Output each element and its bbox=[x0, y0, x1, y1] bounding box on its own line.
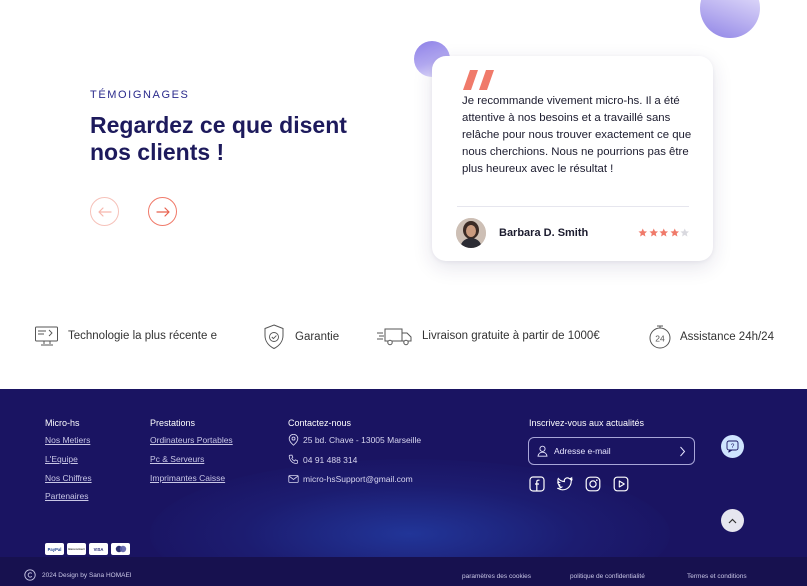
section-headline: Regardez ce que disent nos clients ! bbox=[90, 112, 347, 165]
contact-email-text: micro-hsSupport@gmail.com bbox=[303, 474, 413, 484]
author-name: Barbara D. Smith bbox=[499, 227, 589, 239]
phone-icon bbox=[288, 454, 298, 464]
contact-phone-text: 04 91 488 314 bbox=[303, 454, 358, 465]
svg-text:?: ? bbox=[731, 443, 735, 450]
location-pin-icon bbox=[288, 434, 299, 446]
feature-delivery: Livraison gratuite à partir de 1000€ bbox=[376, 325, 600, 347]
rating-stars bbox=[638, 228, 690, 238]
facebook-icon[interactable] bbox=[529, 476, 545, 492]
twitter-icon[interactable] bbox=[557, 476, 573, 492]
footer-link-metiers[interactable]: Nos Metiers bbox=[45, 435, 90, 445]
copyright-icon bbox=[24, 569, 36, 581]
visa-badge: VISA bbox=[89, 543, 108, 555]
svg-text:24: 24 bbox=[655, 334, 665, 344]
privacy-policy-link[interactable]: politique de confidentialité bbox=[570, 573, 645, 580]
contact-email[interactable]: micro-hsSupport@gmail.com bbox=[288, 474, 413, 484]
instagram-icon[interactable] bbox=[585, 476, 601, 492]
feature-support: 24 Assistance 24h/24 bbox=[648, 323, 774, 351]
feature-warranty: Garantie bbox=[261, 323, 339, 351]
testimonial-card: Je recommande vivement micro-hs. Il a ét… bbox=[432, 56, 713, 261]
star-icon bbox=[648, 228, 658, 237]
shield-check-icon bbox=[264, 324, 284, 350]
paypal-badge: PayPal bbox=[45, 543, 64, 555]
bancontact-badge: Bancontact bbox=[67, 543, 86, 555]
footer-link-equipe[interactable]: L'Equipe bbox=[45, 454, 78, 464]
feature-label: Livraison gratuite à partir de 1000€ bbox=[422, 330, 600, 342]
contact-address-text: 25 bd. Chave - 13005 Marseille bbox=[303, 435, 422, 445]
footer-col-title: Contactez-nous bbox=[288, 418, 352, 428]
mail-icon bbox=[288, 475, 299, 483]
newsletter-email-field[interactable]: Adresse e-mail bbox=[528, 437, 695, 465]
copyright-text: 2024 Design by Sana HOMAEI bbox=[42, 571, 132, 579]
footer-link-printers[interactable]: Imprimantes Caisse bbox=[150, 473, 225, 483]
newsletter-placeholder: Adresse e-mail bbox=[554, 446, 611, 456]
decorative-circle-top bbox=[700, 0, 760, 38]
previous-testimonial-button[interactable] bbox=[90, 197, 119, 226]
testimonial-quote: Je recommande vivement micro-hs. Il a ét… bbox=[462, 95, 692, 176]
star-icon bbox=[680, 228, 690, 237]
chat-support-button[interactable]: ? bbox=[721, 435, 744, 458]
social-links bbox=[529, 476, 629, 492]
features-row: Technologie la plus récente e Garantie L… bbox=[0, 322, 807, 354]
contact-phone[interactable]: 04 91 488 314 bbox=[288, 454, 357, 465]
footer-link-servers[interactable]: Pc & Serveurs bbox=[150, 454, 204, 464]
arrow-right-icon bbox=[155, 206, 170, 217]
chevron-right-icon[interactable] bbox=[679, 446, 686, 457]
feature-technology: Technologie la plus récente e bbox=[34, 325, 217, 347]
chevron-up-icon bbox=[728, 518, 737, 523]
chat-question-icon: ? bbox=[726, 440, 739, 453]
star-icon bbox=[638, 228, 648, 237]
feature-label: Garantie bbox=[295, 331, 340, 343]
arrow-left-icon bbox=[97, 206, 112, 217]
mastercard-badge bbox=[111, 543, 130, 555]
terms-link[interactable]: Termes et conditions bbox=[687, 573, 747, 580]
monitor-icon bbox=[35, 326, 58, 346]
payment-methods: PayPal Bancontact VISA bbox=[45, 543, 130, 555]
newsletter-title: Inscrivez-vous aux actualités bbox=[529, 418, 645, 428]
card-divider bbox=[457, 206, 689, 207]
youtube-icon[interactable] bbox=[613, 476, 629, 492]
cookie-settings-link[interactable]: paramètres des cookies bbox=[462, 573, 531, 580]
mastercard-icon bbox=[115, 545, 126, 553]
footer-col-title: Prestations bbox=[150, 418, 196, 428]
delivery-truck-icon bbox=[377, 328, 412, 346]
footer-link-partenaires[interactable]: Partenaires bbox=[45, 491, 88, 501]
author-avatar bbox=[456, 218, 486, 248]
feature-label: Technologie la plus récente e bbox=[68, 330, 217, 342]
section-eyebrow: TÉMOIGNAGES bbox=[90, 89, 190, 101]
next-testimonial-button[interactable] bbox=[148, 197, 177, 226]
footer-link-laptops[interactable]: Ordinateurs Portables bbox=[150, 435, 233, 445]
star-icon bbox=[659, 228, 669, 237]
back-to-top-button[interactable] bbox=[721, 509, 744, 532]
user-icon bbox=[537, 445, 548, 457]
support-24h-icon: 24 bbox=[649, 325, 671, 349]
copyright: 2024 Design by Sana HOMAEI bbox=[24, 569, 132, 581]
quote-mark-icon bbox=[463, 70, 494, 90]
site-footer: Micro-hs Nos Metiers L'Equipe Nos Chiffr… bbox=[0, 389, 807, 586]
footer-link-chiffres[interactable]: Nos Chiffres bbox=[45, 473, 92, 483]
star-icon bbox=[669, 228, 679, 237]
contact-address: 25 bd. Chave - 13005 Marseille bbox=[288, 434, 421, 446]
feature-label: Assistance 24h/24 bbox=[680, 331, 774, 343]
footer-col-title: Micro-hs bbox=[45, 418, 80, 428]
